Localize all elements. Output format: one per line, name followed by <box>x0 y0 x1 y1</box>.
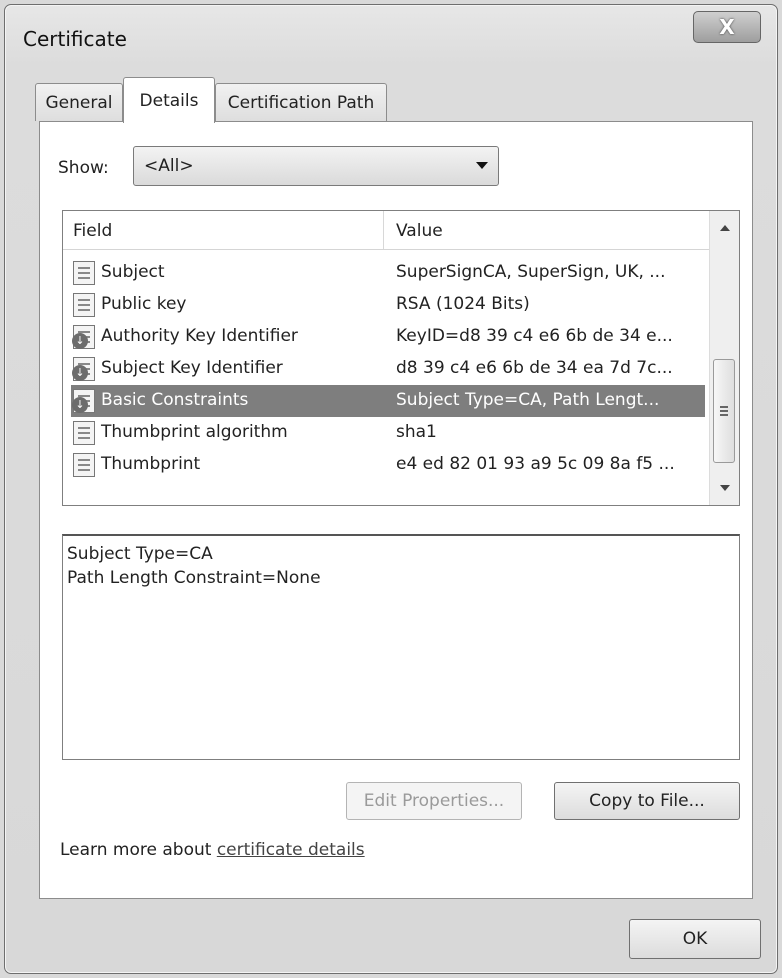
chevron-down-icon <box>476 162 488 169</box>
field-value: sha1 <box>396 422 437 442</box>
scroll-down-icon[interactable] <box>720 485 730 491</box>
field-value: KeyID=d8 39 c4 e6 6b de 34 e... <box>396 326 673 346</box>
field-value: RSA (1024 Bits) <box>396 294 530 314</box>
scrollbar-thumb[interactable] <box>713 359 735 463</box>
field-name: Thumbprint <box>101 454 201 474</box>
certificate-details-link[interactable]: certificate details <box>217 840 365 860</box>
details-panel: Show: <All> Field Value Subject SuperSig… <box>39 121 753 899</box>
fields-list[interactable]: Field Value Subject SuperSignCA, SuperSi… <box>62 210 740 506</box>
certificate-field-icon <box>73 261 95 285</box>
grip-icon <box>720 406 728 408</box>
list-item[interactable]: Thumbprint e4 ed 82 01 93 a9 5c 09 8a f5… <box>71 449 705 481</box>
list-item[interactable]: Subject SuperSignCA, SuperSign, UK, ... <box>71 257 705 289</box>
list-item[interactable]: Thumbprint algorithm sha1 <box>71 417 705 449</box>
list-item-selected[interactable]: Basic Constraints Subject Type=CA, Path … <box>71 385 705 417</box>
list-scrollbar[interactable] <box>709 211 739 505</box>
column-divider[interactable] <box>383 211 384 249</box>
tab-certification-path[interactable]: Certification Path <box>215 83 387 121</box>
field-value: e4 ed 82 01 93 a9 5c 09 8a f5 ... <box>396 454 675 474</box>
ok-button[interactable]: OK <box>629 919 761 959</box>
show-label: Show: <box>58 158 109 178</box>
show-dropdown[interactable]: <All> <box>133 146 499 186</box>
list-item[interactable]: Public key RSA (1024 Bits) <box>71 289 705 321</box>
show-dropdown-value: <All> <box>144 156 194 176</box>
certificate-field-icon <box>73 293 95 317</box>
field-name: Subject <box>101 262 165 282</box>
certificate-field-icon <box>73 421 95 445</box>
scroll-up-icon[interactable] <box>720 225 730 231</box>
field-name: Thumbprint algorithm <box>101 422 288 442</box>
learn-more-prefix: Learn more about <box>60 840 217 860</box>
list-item[interactable]: Authority Key Identifier KeyID=d8 39 c4 … <box>71 321 705 353</box>
list-item[interactable]: Subject Key Identifier d8 39 c4 e6 6b de… <box>71 353 705 385</box>
extension-field-icon <box>72 389 95 413</box>
detail-line: Subject Type=CA <box>67 544 213 564</box>
field-name: Basic Constraints <box>101 390 249 410</box>
edit-properties-button[interactable]: Edit Properties... <box>346 782 522 820</box>
dialog-title: Certificate <box>23 27 127 51</box>
tab-details[interactable]: Details <box>123 77 215 123</box>
learn-more-text: Learn more about certificate details <box>60 840 365 860</box>
column-header-value[interactable]: Value <box>396 221 443 241</box>
field-detail-textbox[interactable]: Subject Type=CA Path Length Constraint=N… <box>62 534 740 760</box>
list-header: Field Value <box>63 211 709 250</box>
copy-to-file-button[interactable]: Copy to File... <box>554 782 740 820</box>
extension-field-icon <box>72 357 95 381</box>
extension-field-icon <box>72 325 95 349</box>
field-value: d8 39 c4 e6 6b de 34 ea 7d 7c... <box>396 358 673 378</box>
certificate-field-icon <box>73 453 95 477</box>
field-name: Public key <box>101 294 187 314</box>
field-value: Subject Type=CA, Path Lengt... <box>396 390 660 410</box>
column-header-field[interactable]: Field <box>73 221 112 241</box>
field-name: Authority Key Identifier <box>101 326 298 346</box>
field-name: Subject Key Identifier <box>101 358 283 378</box>
detail-line: Path Length Constraint=None <box>67 568 321 588</box>
certificate-dialog: Certificate X General Details Certificat… <box>4 4 778 974</box>
close-button[interactable]: X <box>693 11 761 43</box>
tab-general[interactable]: General <box>35 83 123 121</box>
field-value: SuperSignCA, SuperSign, UK, ... <box>396 262 666 282</box>
